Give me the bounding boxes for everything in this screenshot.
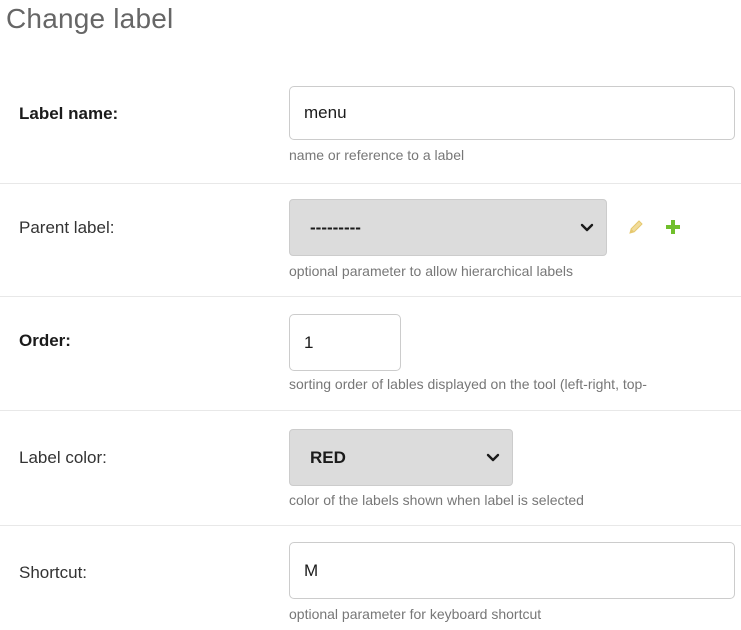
chevron-down-icon bbox=[580, 223, 594, 231]
label-color-help: color of the labels shown when label is … bbox=[289, 492, 584, 508]
chevron-down-icon bbox=[486, 453, 500, 461]
parent-label-help: optional parameter to allow hierarchical… bbox=[289, 263, 574, 279]
label-color-select[interactable]: RED bbox=[289, 429, 513, 486]
form-row-order: Order: sorting order of lables displayed… bbox=[0, 297, 741, 411]
label-name-input[interactable] bbox=[289, 86, 735, 140]
label-color-selected-value: RED bbox=[310, 447, 346, 467]
shortcut-label: Shortcut: bbox=[19, 563, 88, 582]
label-name-help: name or reference to a label bbox=[289, 147, 465, 163]
form-row-label-color: Label color: RED color of the labels sho… bbox=[0, 411, 741, 526]
parent-label-selected-value: --------- bbox=[310, 217, 361, 237]
plus-icon[interactable] bbox=[664, 218, 682, 236]
form-row-parent-label: Parent label: --------- optional paramet… bbox=[0, 184, 741, 297]
shortcut-help: optional parameter for keyboard shortcut bbox=[289, 606, 542, 622]
parent-label-label: Parent label: bbox=[19, 218, 115, 237]
page-title: Change label bbox=[6, 3, 174, 34]
order-help: sorting order of lables displayed on the… bbox=[289, 376, 647, 392]
order-input[interactable] bbox=[289, 314, 401, 371]
order-label: Order: bbox=[19, 331, 71, 350]
label-name-label: Label name: bbox=[19, 104, 119, 123]
form-row-shortcut: Shortcut: optional parameter for keyboar… bbox=[0, 526, 741, 630]
change-label-form: Change label Label name: name or referen… bbox=[0, 0, 741, 630]
shortcut-input[interactable] bbox=[289, 542, 735, 599]
pencil-icon[interactable] bbox=[627, 218, 645, 236]
parent-label-select[interactable]: --------- bbox=[289, 199, 607, 256]
form-row-label-name: Label name: name or reference to a label bbox=[0, 70, 741, 184]
label-color-label: Label color: bbox=[19, 448, 107, 467]
